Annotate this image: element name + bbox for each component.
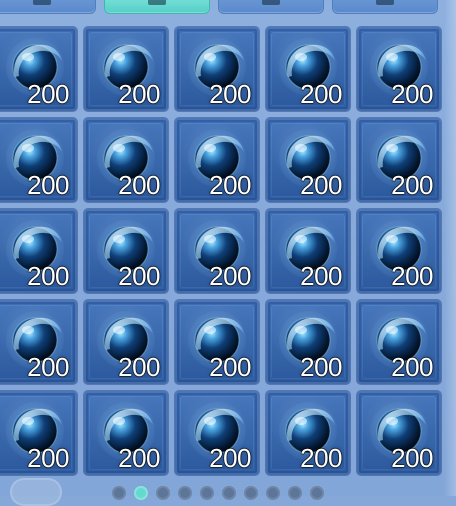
orb-highlight: [113, 417, 125, 425]
orb-highlight: [113, 53, 125, 61]
inventory-slot[interactable]: 200: [175, 209, 259, 293]
pager-dot[interactable]: [288, 486, 302, 500]
tab-1-icon: [33, 0, 51, 5]
tab-2-icon: [148, 0, 166, 5]
orb-highlight: [295, 144, 307, 152]
tab-3[interactable]: [218, 0, 324, 14]
orb-highlight: [204, 235, 216, 243]
orb-highlight: [295, 417, 307, 425]
orb-highlight: [204, 326, 216, 334]
orb-highlight: [113, 144, 125, 152]
inventory-slot[interactable]: 200: [357, 300, 441, 384]
inventory-slot[interactable]: 200: [175, 300, 259, 384]
item-quantity: 200: [118, 170, 160, 200]
item-quantity: 200: [391, 170, 433, 200]
pager-dot[interactable]: [112, 486, 126, 500]
inventory-slot[interactable]: 200: [0, 118, 77, 202]
item-quantity: 200: [209, 79, 251, 109]
tab-3-icon: [262, 0, 280, 5]
inventory-slot[interactable]: 200: [357, 118, 441, 202]
tab-1[interactable]: [0, 0, 96, 14]
orb-highlight: [22, 235, 34, 243]
pager-dot[interactable]: [222, 486, 236, 500]
inventory-slot[interactable]: 200: [357, 391, 441, 475]
top-tabs: [0, 0, 456, 14]
item-quantity: 200: [27, 261, 69, 291]
item-quantity: 200: [27, 79, 69, 109]
orb-highlight: [204, 53, 216, 61]
item-quantity: 200: [209, 170, 251, 200]
inventory-slot[interactable]: 200: [0, 209, 77, 293]
item-quantity: 200: [391, 79, 433, 109]
inventory-slot[interactable]: 200: [175, 118, 259, 202]
pager-dot[interactable]: [156, 486, 170, 500]
orb-highlight: [295, 235, 307, 243]
item-quantity: 200: [27, 443, 69, 473]
pager-dot[interactable]: [178, 486, 192, 500]
inventory-slot[interactable]: 200: [175, 27, 259, 111]
inventory-slot[interactable]: 200: [357, 209, 441, 293]
inventory-slot[interactable]: 200: [266, 27, 350, 111]
tab-4-icon: [376, 0, 394, 5]
pager-dot[interactable]: [244, 486, 258, 500]
inventory-slot[interactable]: 200: [84, 300, 168, 384]
inventory-slot[interactable]: 200: [357, 27, 441, 111]
orb-highlight: [113, 326, 125, 334]
item-quantity: 200: [209, 443, 251, 473]
pager: [0, 478, 456, 506]
pager-dot[interactable]: [200, 486, 214, 500]
inventory-slot[interactable]: 200: [266, 118, 350, 202]
inventory-slot[interactable]: 200: [0, 391, 77, 475]
inventory-slot[interactable]: 200: [0, 27, 77, 111]
inventory-grid: 200 200 200 200 200 200 200 200 200 200 200 200 200 2…: [0, 27, 456, 479]
item-quantity: 200: [300, 443, 342, 473]
item-quantity: 200: [300, 79, 342, 109]
orb-highlight: [386, 417, 398, 425]
pager-dot[interactable]: [134, 486, 148, 500]
item-quantity: 200: [209, 261, 251, 291]
item-quantity: 200: [118, 79, 160, 109]
tab-2[interactable]: [104, 0, 210, 14]
orb-highlight: [204, 417, 216, 425]
item-quantity: 200: [118, 352, 160, 382]
orb-highlight: [295, 326, 307, 334]
orb-highlight: [22, 53, 34, 61]
orb-highlight: [295, 53, 307, 61]
inventory-slot[interactable]: 200: [175, 391, 259, 475]
inventory-slot[interactable]: 200: [84, 209, 168, 293]
orb-highlight: [22, 144, 34, 152]
pager-dot[interactable]: [266, 486, 280, 500]
inventory-slot[interactable]: 200: [266, 209, 350, 293]
item-quantity: 200: [391, 261, 433, 291]
inventory-slot[interactable]: 200: [266, 300, 350, 384]
item-quantity: 200: [209, 352, 251, 382]
item-quantity: 200: [118, 443, 160, 473]
item-quantity: 200: [300, 261, 342, 291]
inventory-slot[interactable]: 200: [84, 118, 168, 202]
orb-highlight: [204, 144, 216, 152]
item-quantity: 200: [27, 352, 69, 382]
orb-highlight: [386, 53, 398, 61]
inventory-slot[interactable]: 200: [84, 391, 168, 475]
inventory-slot[interactable]: 200: [266, 391, 350, 475]
item-quantity: 200: [391, 443, 433, 473]
item-quantity: 200: [300, 170, 342, 200]
tab-4[interactable]: [332, 0, 438, 14]
orb-highlight: [386, 235, 398, 243]
orb-highlight: [386, 144, 398, 152]
bottom-left-bubble: [10, 478, 62, 506]
pager-dot[interactable]: [310, 486, 324, 500]
inventory-slot[interactable]: 200: [84, 27, 168, 111]
item-quantity: 200: [118, 261, 160, 291]
inventory-slot[interactable]: 200: [0, 300, 77, 384]
orb-highlight: [22, 326, 34, 334]
orb-highlight: [113, 235, 125, 243]
item-quantity: 200: [391, 352, 433, 382]
orb-highlight: [386, 326, 398, 334]
orb-highlight: [22, 417, 34, 425]
item-quantity: 200: [27, 170, 69, 200]
item-quantity: 200: [300, 352, 342, 382]
